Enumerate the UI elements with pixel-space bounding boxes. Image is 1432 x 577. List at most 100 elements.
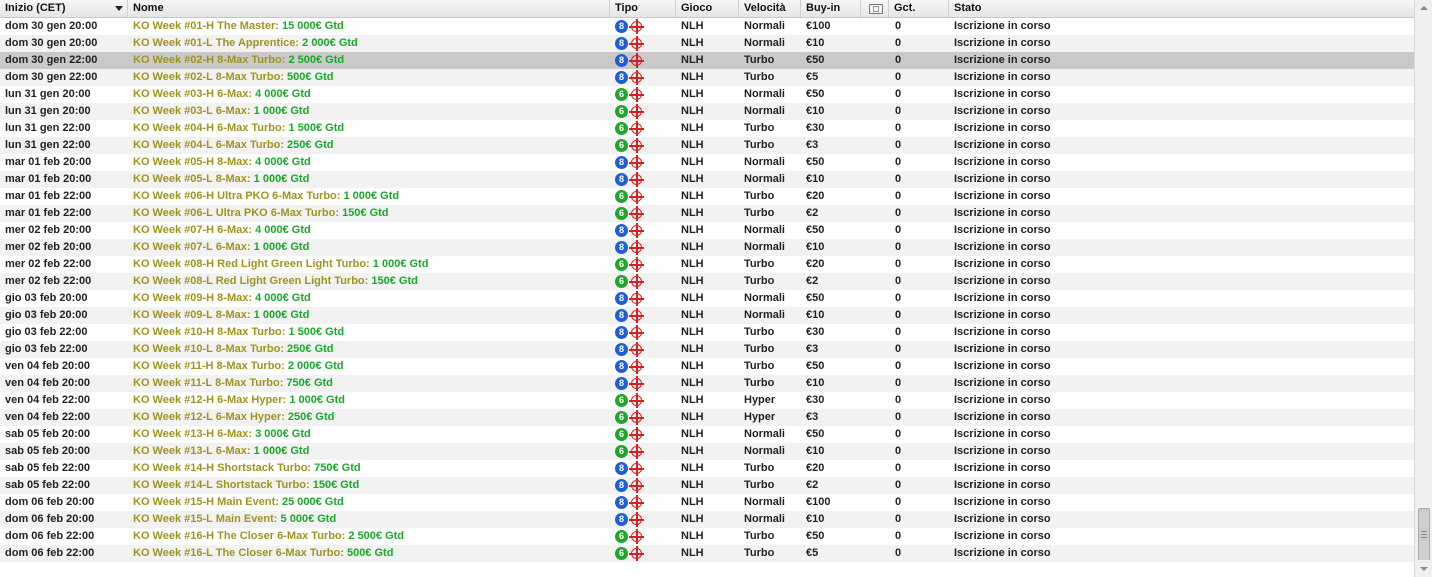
table-row[interactable]: dom 30 gen 22:00 KO Week #02-H 8-Max Turb… [0,52,1414,69]
table-row[interactable]: sab 05 feb 20:00 KO Week #13-L 6-Max: 1 0… [0,443,1414,460]
buy-in: €10 [806,37,825,49]
table-row[interactable]: mer 02 feb 22:00 KO Week #08-L Red Light … [0,273,1414,290]
column-header-stato[interactable]: Stato [949,0,1414,17]
table-row[interactable]: mar 01 feb 20:00 KO Week #05-L 8-Max: 1 0… [0,171,1414,188]
table-row[interactable]: dom 30 gen 20:00 KO Week #01-H The Master… [0,18,1414,35]
column-header-inizio[interactable]: Inizio (CET) [0,0,128,17]
table-row[interactable]: gio 03 feb 20:00 KO Week #09-L 8-Max: 1 0… [0,307,1414,324]
table-row[interactable]: ven 04 feb 20:00 KO Week #11-L 8-Max Turb… [0,375,1414,392]
ticket-cell [861,392,889,409]
ticket-cell [861,103,889,120]
players-count: 0 [895,173,902,185]
table-row[interactable]: dom 06 feb 20:00 KO Week #15-L Main Event… [0,511,1414,528]
guarantee-amount: 25 000€ Gtd [281,496,344,508]
guarantee-amount: 1 000€ Gtd [253,241,310,253]
table-row[interactable]: lun 31 gen 22:00 KO Week #04-H 6-Max Turb… [0,120,1414,137]
column-header-buyin[interactable]: Buy-in [801,0,861,17]
sort-dropdown-icon[interactable] [115,6,123,11]
table-row[interactable]: mar 01 feb 22:00 KO Week #06-H Ultra PKO … [0,188,1414,205]
status: Iscrizione in corso [954,37,1051,49]
tournament-name: KO Week #03-H 6-Max: [133,88,253,100]
table-size-badge-icon: 8 [615,496,628,509]
players-count: 0 [895,88,902,100]
tournament-name: KO Week #07-L 6-Max: [133,241,251,253]
guarantee-amount: 4 000€ Gtd [255,224,311,236]
table-row[interactable]: dom 06 feb 22:00 KO Week #16-H The Closer… [0,528,1414,545]
start-time: mar 01 feb 20:00 [5,173,92,185]
bounty-target-icon [629,19,644,34]
table-row[interactable]: sab 05 feb 20:00 KO Week #13-H 6-Max: 3 0… [0,426,1414,443]
column-header-gct[interactable]: Gct. [889,0,949,17]
table-row[interactable]: mar 01 feb 20:00 KO Week #05-H 8-Max: 4 0… [0,154,1414,171]
speed: Normali [744,224,785,236]
status: Iscrizione in corso [954,462,1051,474]
buy-in: €10 [806,105,825,117]
buy-in: €20 [806,462,825,474]
table-row[interactable]: sab 05 feb 22:00 KO Week #14-L Shortstack… [0,477,1414,494]
tournament-name-cell: KO Week #14-H Shortstack Turbo: 750€ Gtd [128,460,610,477]
table-row[interactable]: ven 04 feb 20:00 KO Week #11-H 8-Max Turb… [0,358,1414,375]
guarantee-amount: 1 000€ Gtd [343,190,400,202]
table-row[interactable]: dom 06 feb 20:00 KO Week #15-H Main Event… [0,494,1414,511]
scroll-thumb[interactable] [1418,508,1430,562]
table-row[interactable]: sab 05 feb 22:00 KO Week #14-H Shortstack… [0,460,1414,477]
vertical-scrollbar[interactable] [1414,0,1432,577]
speed: Turbo [744,54,775,66]
table-row[interactable]: ven 04 feb 22:00 KO Week #12-L 6-Max Hype… [0,409,1414,426]
column-header-nome[interactable]: Nome [128,0,610,17]
game-type: NLH [681,513,704,525]
tournament-name: KO Week #07-H 6-Max: [133,224,253,236]
tournament-name: KO Week #15-H Main Event: [133,496,279,508]
column-header-velocita-label: Velocità [744,2,786,14]
tournament-name: KO Week #15-L Main Event: [133,513,278,525]
table-row[interactable]: ven 04 feb 22:00 KO Week #12-H 6-Max Hype… [0,392,1414,409]
guarantee-amount: 15 000€ Gtd [281,20,344,32]
players-count: 0 [895,445,902,457]
column-header-velocita[interactable]: Velocità [739,0,801,17]
table-row[interactable]: mar 01 feb 22:00 KO Week #06-L Ultra PKO … [0,205,1414,222]
grip-line [1421,531,1427,532]
table-row[interactable]: dom 30 gen 22:00 KO Week #02-L 8-Max Turb… [0,69,1414,86]
ticket-cell [861,222,889,239]
players-count: 0 [895,377,902,389]
table-row[interactable]: mer 02 feb 20:00 KO Week #07-H 6-Max: 4 0… [0,222,1414,239]
tournament-name-cell: KO Week #15-H Main Event: 25 000€ Gtd [128,494,610,511]
table-row[interactable]: dom 30 gen 20:00 KO Week #01-L The Appren… [0,35,1414,52]
speed: Hyper [744,394,776,406]
tournament-name-cell: KO Week #03-H 6-Max: 4 000€ Gtd [128,86,610,103]
table-row[interactable]: gio 03 feb 20:00 KO Week #09-H 8-Max: 4 0… [0,290,1414,307]
status: Iscrizione in corso [954,547,1051,559]
table-row[interactable]: lun 31 gen 20:00 KO Week #03-L 6-Max: 1 0… [0,103,1414,120]
scroll-up-arrow-icon[interactable] [1415,0,1432,17]
table-row[interactable]: gio 03 feb 22:00 KO Week #10-H 8-Max Turb… [0,324,1414,341]
guarantee-amount: 2 500€ Gtd [348,530,405,542]
tournament-name: KO Week #01-L The Apprentice: [133,37,300,49]
game-type: NLH [681,173,704,185]
bounty-target-icon [629,393,644,408]
column-header-tipo[interactable]: Tipo [610,0,676,17]
column-header-ticket[interactable] [861,0,889,17]
table-size-badge-icon: 6 [615,105,628,118]
table-size-badge-icon: 8 [615,479,628,492]
game-type: NLH [681,377,704,389]
type-cell: 8 [610,358,676,375]
buy-in: €5 [806,71,819,83]
ticket-cell [861,256,889,273]
speed: Turbo [744,275,775,287]
bounty-target-icon [629,172,644,187]
table-row[interactable]: lun 31 gen 22:00 KO Week #04-L 6-Max Turb… [0,137,1414,154]
type-cell: 6 [610,443,676,460]
table-row[interactable]: mer 02 feb 22:00 KO Week #08-H Red Light … [0,256,1414,273]
column-header-gioco[interactable]: Gioco [676,0,739,17]
table-row[interactable]: mer 02 feb 20:00 KO Week #07-L 6-Max: 1 0… [0,239,1414,256]
tournament-name-cell: KO Week #09-L 8-Max: 1 000€ Gtd [128,307,610,324]
start-time: ven 04 feb 20:00 [5,360,90,372]
game-type: NLH [681,343,704,355]
table-size-badge-icon: 8 [615,360,628,373]
table-header: Inizio (CET) Nome Tipo Gioco Velocità Bu… [0,0,1414,18]
table-row[interactable]: lun 31 gen 20:00 KO Week #03-H 6-Max: 4 0… [0,86,1414,103]
table-row[interactable]: gio 03 feb 22:00 KO Week #10-L 8-Max Turb… [0,341,1414,358]
scroll-down-arrow-icon[interactable] [1415,560,1432,577]
table-row[interactable]: dom 06 feb 22:00 KO Week #16-L The Closer… [0,545,1414,562]
speed: Turbo [744,122,775,134]
